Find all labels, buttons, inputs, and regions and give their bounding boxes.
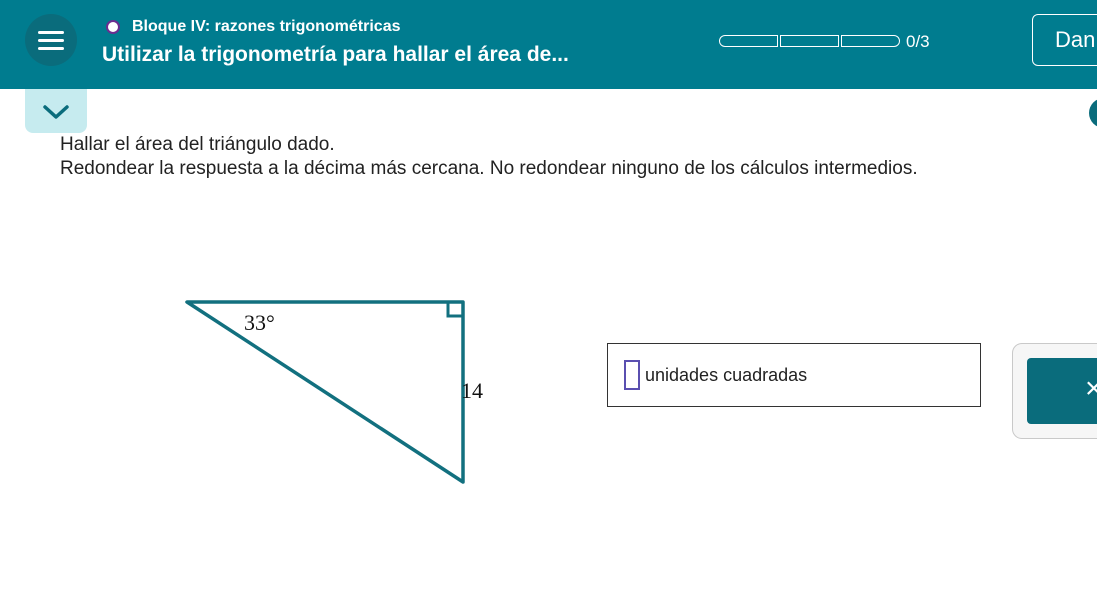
problem-instruction: Hallar el área del triángulo dado. xyxy=(60,134,335,155)
triangle-figure: 33° 14 xyxy=(180,295,500,500)
top-bar: Bloque IV: razones trigonométricas Utili… xyxy=(0,0,1097,89)
hamburger-menu-icon xyxy=(38,31,64,34)
side-length-label: 14 xyxy=(461,378,483,403)
answer-input[interactable] xyxy=(624,360,640,390)
progress-count: 0/3 xyxy=(906,32,930,51)
clear-button[interactable]: × xyxy=(1027,358,1097,424)
top-right-button[interactable]: Dan xyxy=(1032,14,1097,66)
triangle-shape xyxy=(185,300,465,484)
unit-label: unidades cuadradas xyxy=(645,365,808,385)
side-button[interactable] xyxy=(1089,98,1097,128)
progress-bar xyxy=(719,35,900,47)
answer-container: unidades cuadradas xyxy=(607,343,981,407)
chevron-down-icon xyxy=(43,105,69,119)
triangle-diagram: 33° 14 xyxy=(185,300,483,484)
topic-title: Bloque IV: razones trigonométricas xyxy=(132,18,401,35)
progress-segment xyxy=(780,35,839,47)
right-angle-marker xyxy=(446,303,462,318)
progress-segment xyxy=(719,35,778,47)
progress-segment xyxy=(841,35,900,47)
problem-rounding-instruction: Redondear la respuesta a la décima más c… xyxy=(60,158,918,179)
circle-icon xyxy=(106,20,120,34)
angle-label: 33° xyxy=(244,310,275,335)
hamburger-line xyxy=(38,39,64,42)
hamburger-line xyxy=(38,47,64,50)
lesson-subtitle: Utilizar la trigonometría para hallar el… xyxy=(102,43,569,66)
menu-button[interactable] xyxy=(25,14,77,66)
collapse-tab[interactable] xyxy=(25,89,87,133)
keypad-panel: × xyxy=(1012,343,1097,439)
close-icon: × xyxy=(1085,372,1097,405)
